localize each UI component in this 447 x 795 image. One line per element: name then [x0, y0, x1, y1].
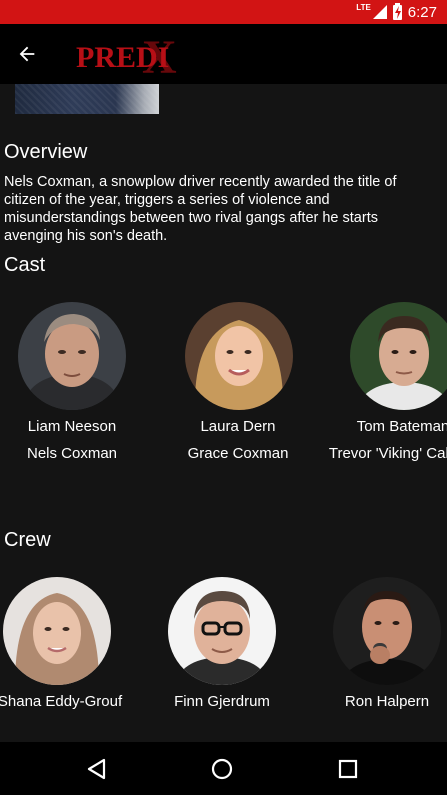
triangle-back-icon — [87, 758, 106, 780]
nav-recents-button[interactable] — [333, 754, 363, 784]
movie-poster — [15, 84, 159, 114]
circle-home-icon — [211, 758, 233, 780]
overview-heading: Overview — [4, 141, 88, 163]
status-icons: LTE 6:27 — [356, 2, 437, 22]
avatar — [18, 302, 126, 410]
movie-details-content[interactable]: Overview Nels Coxman, a snowplow driver … — [0, 84, 447, 742]
cast-list[interactable]: Liam Neeson Nels Coxman Laura Dern Grace… — [0, 302, 447, 472]
network-type: LTE — [356, 2, 371, 12]
crew-heading: Crew — [4, 529, 51, 551]
cast-name: Tom Bateman — [356, 418, 447, 435]
cast-role: Grace Coxman — [187, 445, 289, 462]
avatar — [3, 577, 111, 685]
arrow-left-icon — [19, 46, 35, 62]
clock: 6:27 — [407, 3, 437, 21]
cast-heading: Cast — [4, 254, 46, 276]
crew-name: Ron Halpern — [344, 693, 430, 710]
nav-back-button[interactable] — [82, 754, 112, 784]
crew-list[interactable]: Shana Eddy-Grouf Finn Gjerdrum Ron Halpe… — [0, 577, 447, 742]
square-recents-icon — [338, 759, 358, 779]
cast-name: Laura Dern — [200, 418, 276, 435]
avatar — [333, 577, 441, 685]
app-bar: X PREDI — [0, 24, 447, 84]
battery-icon — [392, 2, 402, 20]
signal-icon — [372, 5, 387, 19]
crew-name: Shana Eddy-Grouf — [0, 693, 123, 710]
app-logo: X PREDI — [76, 31, 188, 84]
cast-role: Nels Coxman — [26, 445, 118, 462]
overview-text: Nels Coxman, a snowplow driver recently … — [4, 174, 397, 244]
avatar — [350, 302, 447, 410]
system-nav-bar — [0, 742, 447, 795]
status-bar: LTE 6:27 — [0, 0, 447, 24]
cast-role: Trevor 'Viking' Calcote — [328, 445, 447, 462]
avatar — [168, 577, 276, 685]
crew-name: Finn Gjerdrum — [174, 693, 270, 710]
nav-home-button[interactable] — [207, 754, 237, 784]
back-button[interactable] — [12, 39, 42, 69]
avatar — [185, 302, 293, 410]
cast-name: Liam Neeson — [27, 418, 117, 435]
logo-text: PREDI — [76, 41, 170, 74]
